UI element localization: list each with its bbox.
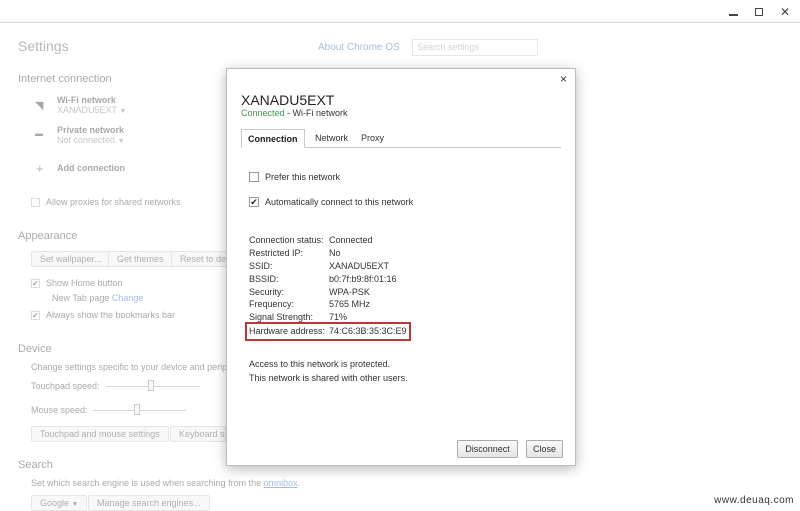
- bookmarks-bar-label: Always show the bookmarks bar: [46, 310, 176, 320]
- set-wallpaper-button[interactable]: Set wallpaper...: [31, 251, 111, 267]
- info-key: BSSID:: [249, 273, 279, 284]
- prefer-network-checkbox[interactable]: [249, 172, 259, 182]
- wifi-icon: ◥: [35, 100, 44, 112]
- info-key: Signal Strength:: [249, 312, 314, 323]
- connection-status-line: Connected - Wi-Fi network: [241, 108, 348, 118]
- touchpad-slider-knob[interactable]: [148, 380, 154, 391]
- touchpad-speed-label: Touchpad speed:: [31, 381, 100, 391]
- watermark: www.deuaq.com: [714, 495, 794, 506]
- get-themes-button[interactable]: Get themes: [108, 251, 173, 267]
- device-description: Change settings specific to your device …: [31, 362, 226, 372]
- show-home-label: Show Home button: [46, 278, 123, 288]
- close-button[interactable]: Close: [526, 440, 563, 458]
- window-controls: ✕: [726, 5, 792, 19]
- network-type: - Wi-Fi network: [284, 108, 348, 118]
- tab-proxy[interactable]: Proxy: [355, 129, 390, 147]
- network-name: XANADU5EXT: [241, 92, 335, 108]
- shared-note: This network is shared with other users.: [249, 373, 408, 383]
- appearance-heading: Appearance: [18, 230, 78, 242]
- auto-connect-label: Automatically connect to this network: [265, 197, 414, 207]
- auto-connect-checkbox[interactable]: ✔: [249, 197, 259, 207]
- search-description-text: Set which search engine is used when sea…: [31, 478, 262, 488]
- window-close-button[interactable]: ✕: [778, 5, 792, 19]
- allow-proxies-label: Allow proxies for shared networks: [46, 197, 181, 207]
- maximize-icon: [755, 8, 763, 16]
- info-key: Security:: [249, 286, 285, 297]
- auto-connect-option[interactable]: ✔ Automatically connect to this network: [249, 197, 413, 207]
- info-row: Restricted IP: No: [249, 247, 407, 260]
- private-network-value[interactable]: Not connected ▼: [57, 135, 125, 145]
- info-key: Frequency:: [249, 299, 295, 310]
- reset-theme-button[interactable]: Reset to de: [171, 251, 227, 267]
- bookmarks-bar-checkbox[interactable]: ✔: [31, 311, 40, 320]
- info-row: Security: WPA-PSK: [249, 285, 407, 298]
- minimize-button[interactable]: [726, 5, 740, 19]
- manage-search-engines-button[interactable]: Manage search engines...: [88, 495, 210, 511]
- dialog-close-icon[interactable]: ×: [560, 72, 567, 86]
- mouse-speed-label: Mouse speed:: [31, 405, 88, 415]
- search-description: Set which search engine is used when sea…: [31, 478, 301, 488]
- info-row: SSID: XANADU5EXT: [249, 260, 407, 273]
- prefer-network-label: Prefer this network: [265, 172, 341, 182]
- new-tab-label: New Tab page: [52, 293, 110, 303]
- info-value: No: [329, 248, 341, 259]
- omnibox-link[interactable]: omnibox: [264, 478, 298, 488]
- new-tab-page-row: New Tab page Change: [52, 293, 143, 303]
- private-network-label[interactable]: Private network: [57, 125, 124, 135]
- keyboard-settings-button[interactable]: Keyboard se: [170, 426, 226, 442]
- chevron-down-icon: ▼: [119, 108, 127, 115]
- info-value: XANADU5EXT: [329, 260, 390, 271]
- protected-note: Access to this network is protected.: [249, 359, 391, 369]
- allow-proxies-checkbox[interactable]: [31, 198, 40, 207]
- plus-icon: +: [36, 161, 44, 176]
- hardware-address-highlight: [245, 322, 411, 341]
- info-value: 71%: [329, 312, 348, 323]
- private-network-status: Not connected: [57, 135, 116, 145]
- about-link[interactable]: About Chrome OS: [318, 42, 400, 53]
- maximize-button[interactable]: [752, 5, 766, 19]
- wifi-network-value[interactable]: XANADU5EXT ▼: [57, 105, 126, 115]
- ethernet-icon: ▬: [35, 129, 43, 138]
- info-value: Connected: [329, 235, 373, 246]
- info-row: Connection status: Connected: [249, 234, 407, 247]
- show-home-checkbox[interactable]: ✔: [31, 279, 40, 288]
- search-input[interactable]: Search settings: [412, 39, 538, 56]
- network-notes: Access to this network is protected. Thi…: [249, 357, 408, 385]
- page-title: Settings: [18, 38, 69, 54]
- connected-status: Connected: [241, 108, 285, 118]
- mouse-slider-knob[interactable]: [134, 404, 140, 415]
- info-key: Restricted IP:: [249, 248, 304, 259]
- internet-heading: Internet connection: [18, 73, 112, 85]
- info-value: b0:7f:b9:8f:01:16: [329, 273, 397, 284]
- touchpad-mouse-settings-button[interactable]: Touchpad and mouse settings: [31, 426, 169, 442]
- info-row: BSSID: b0:7f:b9:8f:01:16: [249, 272, 407, 285]
- chevron-down-icon: ▼: [117, 138, 125, 145]
- tab-connection[interactable]: Connection: [241, 129, 305, 148]
- info-value: 5765 MHz: [329, 299, 371, 310]
- dialog-tabs: Connection Network Proxy: [241, 129, 561, 148]
- search-engine-select[interactable]: Google ▼: [31, 495, 88, 511]
- info-value: WPA-PSK: [329, 286, 370, 297]
- wifi-network-name: XANADU5EXT: [57, 105, 117, 115]
- minimize-icon: [728, 14, 738, 16]
- chevron-down-icon: ▼: [71, 501, 79, 508]
- close-icon: ✕: [779, 5, 791, 19]
- disconnect-button[interactable]: Disconnect: [457, 440, 518, 458]
- search-engine-value: Google: [40, 498, 70, 508]
- add-connection-link[interactable]: Add connection: [57, 163, 125, 173]
- change-link[interactable]: Change: [112, 293, 144, 303]
- network-details-dialog: × XANADU5EXT Connected - Wi-Fi network C…: [226, 68, 576, 466]
- tab-network[interactable]: Network: [309, 129, 354, 147]
- device-heading: Device: [18, 343, 52, 355]
- info-row: Frequency: 5765 MHz: [249, 298, 407, 311]
- search-heading: Search: [18, 459, 53, 471]
- prefer-network-option[interactable]: Prefer this network: [249, 172, 340, 182]
- info-key: SSID:: [249, 260, 273, 271]
- info-key: Connection status:: [249, 235, 324, 246]
- wifi-network-label[interactable]: Wi-Fi network: [57, 95, 116, 105]
